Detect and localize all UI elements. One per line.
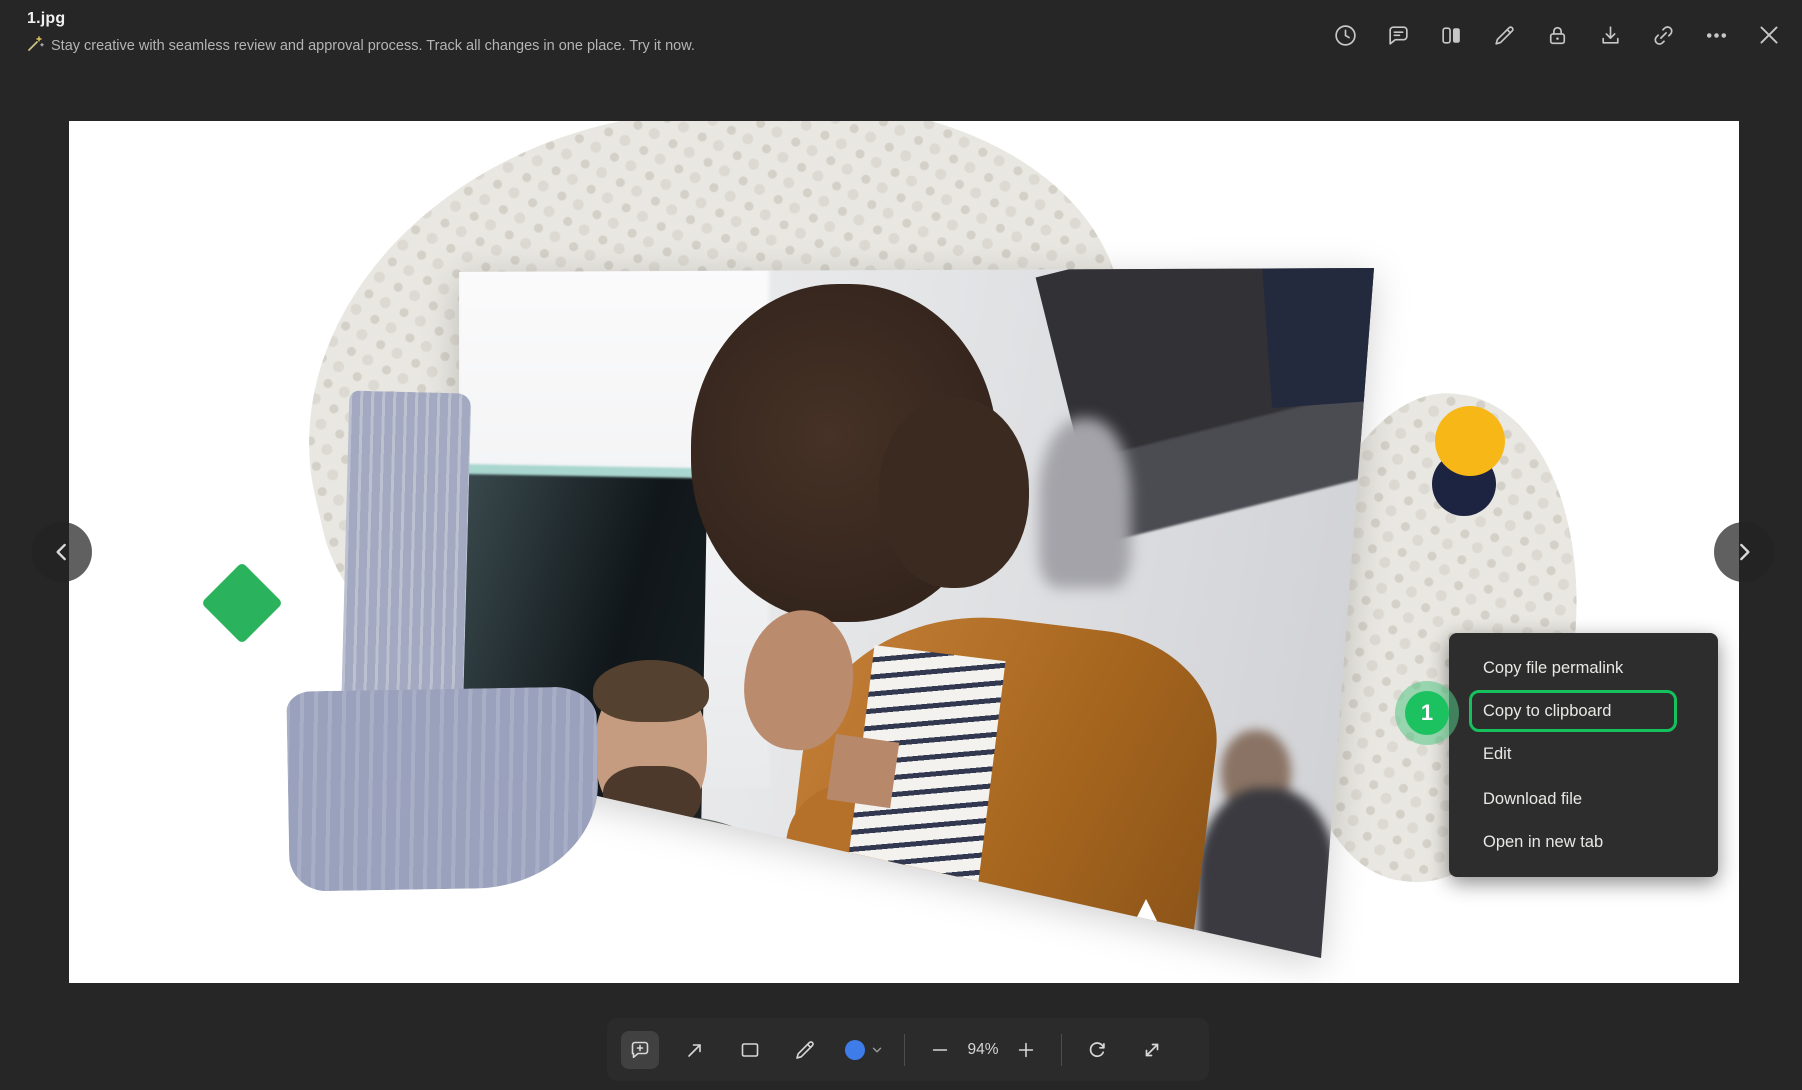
photo-background-person — [1039, 418, 1131, 588]
toolbar-divider — [1061, 1034, 1062, 1066]
photo-man-beard — [603, 766, 701, 832]
file-title: 1.jpg — [27, 10, 695, 28]
green-diamond — [201, 562, 283, 644]
pencil-tool-button[interactable] — [786, 1031, 824, 1069]
zoom-level[interactable]: 94% — [959, 1041, 1007, 1059]
plus-icon — [1015, 1039, 1037, 1061]
comment-icon[interactable] — [1385, 22, 1411, 48]
lock-icon[interactable] — [1544, 22, 1570, 48]
expand-button[interactable] — [1133, 1031, 1171, 1069]
photo-tv-screen — [1262, 268, 1374, 408]
photo-woman-hair-side — [879, 398, 1029, 588]
rotate-button[interactable] — [1078, 1031, 1116, 1069]
lavender-brush-stroke — [341, 390, 472, 728]
magic-wand-icon — [27, 35, 44, 57]
menu-item-download-file[interactable]: Download file — [1483, 787, 1582, 811]
file-preview-overlay: 1.jpg Stay creative with seamless review… — [0, 0, 1802, 1090]
yellow-circle — [1435, 406, 1505, 476]
photo-background-person-2 — [1197, 788, 1337, 958]
step-badge: 1 — [1405, 691, 1449, 735]
rectangle-icon — [738, 1038, 762, 1062]
promo-text: Stay creative with seamless review and a… — [51, 38, 695, 54]
toolbar-divider — [904, 1034, 905, 1066]
chevron-down-icon — [870, 1043, 884, 1057]
annotation-toolbar: 94% — [607, 1018, 1209, 1081]
download-icon[interactable] — [1597, 22, 1623, 48]
header: 1.jpg Stay creative with seamless review… — [27, 10, 695, 57]
menu-item-copy-file-permalink[interactable]: Copy file permalink — [1483, 656, 1623, 680]
prev-file-button[interactable] — [32, 522, 92, 582]
next-file-button[interactable] — [1714, 522, 1774, 582]
edit-icon[interactable] — [1491, 22, 1517, 48]
arrow-icon — [683, 1038, 707, 1062]
menu-item-edit[interactable]: Edit — [1483, 742, 1511, 766]
pencil-icon — [793, 1038, 817, 1062]
photo-woman-neck — [827, 734, 900, 808]
color-picker-button[interactable] — [841, 1040, 888, 1060]
chevron-right-icon — [1731, 539, 1757, 565]
chevron-left-icon — [49, 539, 75, 565]
more-icon[interactable] — [1703, 22, 1729, 48]
photo-man-hair — [593, 660, 709, 722]
history-icon[interactable] — [1332, 22, 1358, 48]
color-swatch — [845, 1040, 865, 1060]
lavender-paint-patch — [286, 686, 599, 891]
link-icon[interactable] — [1650, 22, 1676, 48]
menu-item-copy-to-clipboard[interactable]: Copy to clipboard — [1483, 699, 1611, 723]
rectangle-tool-button[interactable] — [731, 1031, 769, 1069]
minus-icon — [929, 1039, 951, 1061]
add-comment-icon — [628, 1038, 652, 1062]
close-icon[interactable] — [1756, 22, 1782, 48]
expand-icon — [1140, 1038, 1164, 1062]
add-comment-tool-button[interactable] — [621, 1031, 659, 1069]
header-actions — [1332, 22, 1782, 48]
zoom-in-button[interactable] — [1007, 1031, 1045, 1069]
photo-white-triangle — [1135, 899, 1157, 921]
photo — [459, 268, 1374, 958]
menu-item-open-in-new-tab[interactable]: Open in new tab — [1483, 830, 1603, 854]
context-menu: Copy file permalink Copy to clipboard Ed… — [1449, 633, 1718, 877]
zoom-out-button[interactable] — [921, 1031, 959, 1069]
arrow-tool-button[interactable] — [676, 1031, 714, 1069]
compare-icon[interactable] — [1438, 22, 1464, 48]
rotate-icon — [1085, 1038, 1109, 1062]
